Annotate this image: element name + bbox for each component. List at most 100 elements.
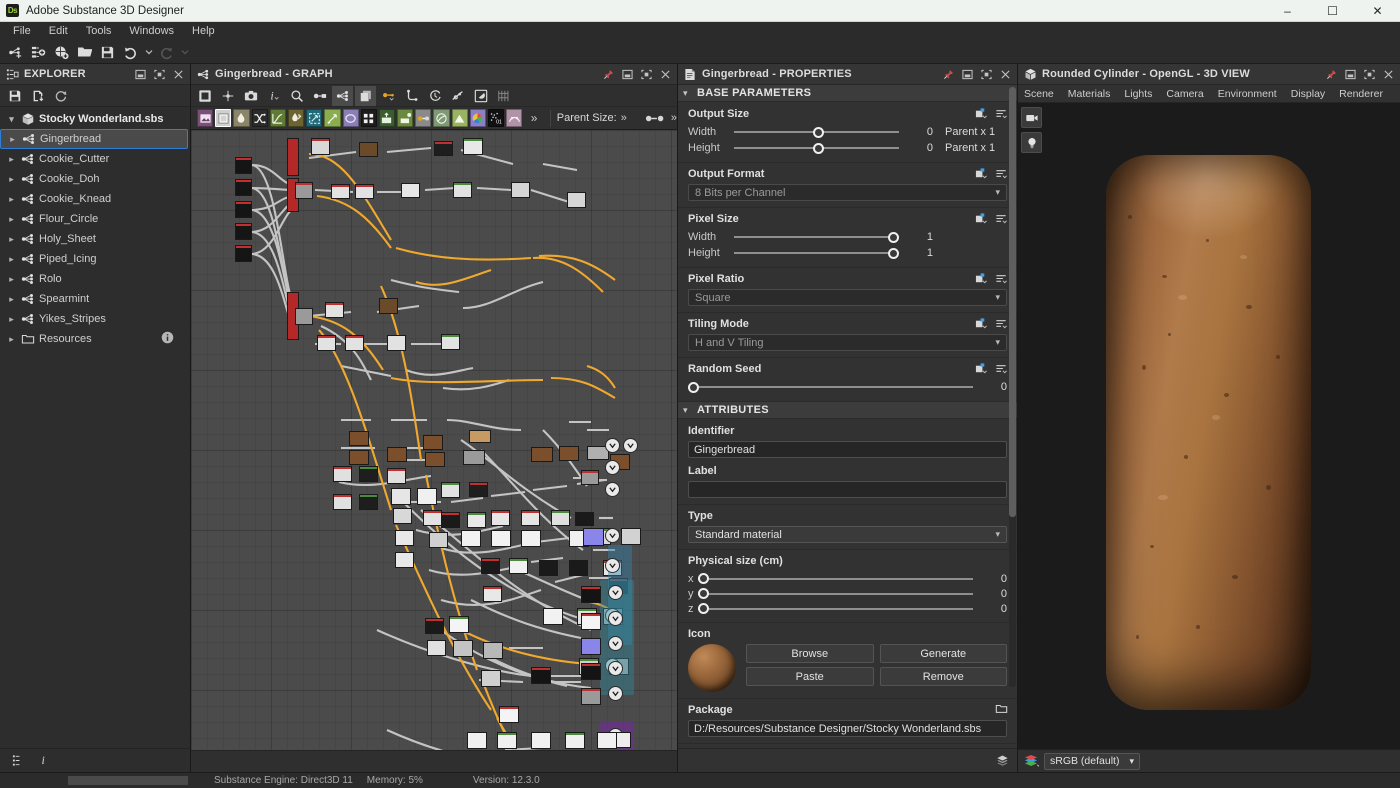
graph-node[interactable] — [467, 732, 487, 749]
menu-edit[interactable]: Edit — [40, 22, 77, 41]
select-tool-icon[interactable] — [194, 86, 215, 106]
layers-icon[interactable] — [994, 752, 1011, 769]
sidebar-item-resources[interactable]: ▸ Resources — [0, 329, 190, 349]
export-icon[interactable] — [27, 86, 48, 106]
tree-root-package[interactable]: ▾ Stocky Wonderland.sbs — [0, 109, 190, 129]
info-icon[interactable] — [161, 331, 174, 347]
levels-node-button[interactable] — [288, 109, 304, 127]
graph-node[interactable] — [235, 223, 252, 240]
graph-node[interactable] — [331, 184, 350, 199]
folder-icon[interactable] — [995, 702, 1008, 715]
undo-icon[interactable] — [120, 42, 141, 62]
chevron-right-icon[interactable]: ▸ — [4, 314, 19, 325]
graph-node[interactable] — [235, 245, 252, 262]
graph-node[interactable] — [333, 494, 352, 510]
shuffle-node-button[interactable] — [252, 109, 268, 127]
graph-node[interactable] — [491, 510, 510, 526]
timer-icon[interactable] — [424, 86, 445, 106]
pin-icon[interactable] — [1322, 65, 1341, 84]
new-graph-icon[interactable] — [5, 42, 26, 62]
pixel-size-width-slider[interactable] — [734, 230, 899, 244]
chevron-down-icon[interactable]: ▾ — [683, 405, 697, 416]
graph-node[interactable] — [469, 430, 491, 443]
graph-node[interactable] — [509, 558, 528, 574]
graph-node[interactable] — [235, 179, 252, 196]
color-wheel-node-button[interactable] — [470, 109, 486, 127]
output-node-icon[interactable] — [605, 558, 620, 573]
graph-view-icon[interactable] — [332, 86, 353, 106]
graph-node[interactable] — [491, 530, 511, 547]
graph-node[interactable] — [429, 532, 448, 548]
graph-node[interactable] — [531, 667, 551, 684]
tab-materials[interactable]: Materials — [1068, 88, 1111, 100]
info-icon[interactable]: i — [31, 754, 56, 767]
output-size-height-slider[interactable] — [734, 141, 899, 155]
link-creation-icon[interactable] — [309, 86, 330, 106]
graph-node[interactable] — [423, 435, 443, 450]
graph-node[interactable] — [453, 182, 472, 198]
chevron-right-icon[interactable]: ▸ — [4, 234, 19, 245]
blend-node-button[interactable] — [233, 109, 249, 127]
warp-node-button[interactable] — [324, 109, 340, 127]
render-icon[interactable] — [470, 86, 491, 106]
graph-node[interactable] — [387, 468, 406, 484]
parameter-menu-icon[interactable] — [995, 107, 1008, 120]
graph-node[interactable] — [434, 141, 453, 156]
tab-renderer[interactable]: Renderer — [1339, 88, 1383, 100]
graph-node[interactable] — [583, 528, 604, 546]
output-node-icon[interactable] — [608, 636, 623, 651]
graph-node[interactable] — [575, 512, 594, 526]
graph-node[interactable] — [359, 494, 378, 510]
chevron-right-icon[interactable]: ▸ — [4, 214, 19, 225]
menu-tools[interactable]: Tools — [77, 22, 121, 41]
output-node-icon[interactable] — [605, 528, 620, 543]
sidebar-item-flour-circle[interactable]: ▸ Flour_Circle — [0, 209, 190, 229]
height-node-button[interactable] — [452, 109, 468, 127]
section-attributes[interactable]: ▾ ATTRIBUTES — [678, 402, 1017, 419]
parameter-menu-icon[interactable] — [995, 272, 1008, 285]
graph-node[interactable] — [481, 558, 500, 574]
pixel-size-height-slider[interactable] — [734, 246, 899, 260]
graph-node[interactable] — [463, 450, 485, 465]
graph-node[interactable] — [355, 184, 374, 199]
graph-node[interactable] — [567, 192, 586, 208]
normal-node-button[interactable] — [433, 109, 449, 127]
chevron-right-icon[interactable]: ▸ — [4, 294, 19, 305]
chevron-right-icon[interactable]: ▸ — [4, 254, 19, 265]
graph-node[interactable] — [395, 552, 414, 568]
chevron-down-icon[interactable]: ▾ — [4, 114, 19, 125]
expose-parameter-icon[interactable] — [975, 107, 988, 120]
graph-canvas[interactable] — [191, 130, 677, 750]
pin-icon[interactable] — [939, 65, 958, 84]
parameter-menu-icon[interactable] — [995, 167, 1008, 180]
screenshot-icon[interactable] — [240, 86, 261, 106]
graph-node[interactable] — [539, 560, 558, 576]
expose-parameter-icon[interactable] — [975, 272, 988, 285]
browse-button[interactable]: Browse — [746, 644, 874, 663]
section-base-parameters[interactable]: ▾ BASE PARAMETERS — [678, 85, 1017, 102]
parent-size-overflow[interactable]: » — [617, 112, 631, 124]
maximize-panel-icon[interactable] — [977, 65, 996, 84]
tiling-mode-select[interactable]: H and V Tiling ▾ — [688, 334, 1007, 351]
output-node-icon[interactable] — [608, 661, 623, 676]
gradient-node-button[interactable] — [379, 109, 395, 127]
color-profile-select[interactable]: sRGB (default) ▾ — [1044, 753, 1140, 770]
minimize-panel-icon[interactable] — [618, 65, 637, 84]
graph-node[interactable] — [387, 447, 407, 462]
graph-node[interactable] — [359, 142, 378, 157]
graph-node[interactable] — [461, 530, 481, 547]
curve-edit-node-button[interactable] — [506, 109, 522, 127]
graph-node[interactable] — [551, 510, 570, 526]
graph-node[interactable] — [521, 530, 541, 547]
paste-button[interactable]: Paste — [746, 667, 874, 686]
tab-camera[interactable]: Camera — [1166, 88, 1203, 100]
graph-node[interactable] — [359, 466, 378, 482]
view3d-viewport[interactable] — [1018, 103, 1400, 749]
search-icon[interactable] — [286, 86, 307, 106]
graph-node[interactable] — [481, 670, 501, 687]
refresh-icon[interactable] — [50, 86, 71, 106]
graph-node[interactable] — [427, 640, 446, 656]
graph-node[interactable] — [581, 470, 599, 485]
tree-view-icon[interactable] — [6, 754, 31, 767]
tab-scene[interactable]: Scene — [1024, 88, 1054, 100]
